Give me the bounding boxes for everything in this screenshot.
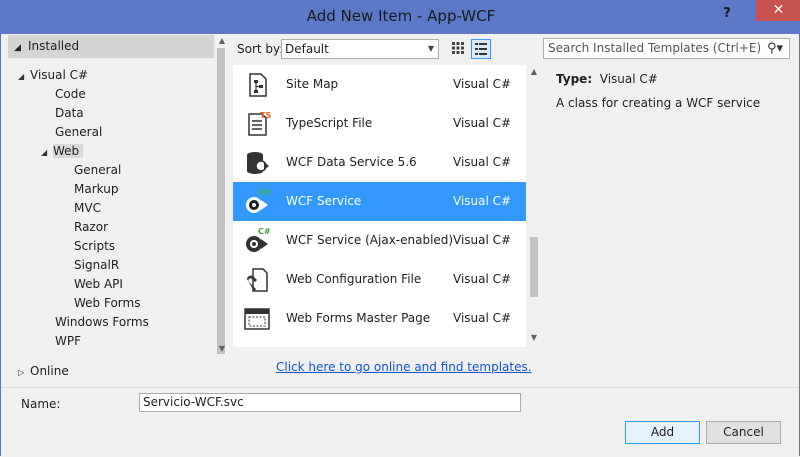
help-button[interactable]: ?	[719, 6, 735, 22]
scroll-up-icon[interactable]: ▲	[526, 67, 542, 76]
template-language: Visual C#	[453, 272, 512, 286]
tree-item-label: Online	[30, 364, 69, 378]
tree-item-signalr[interactable]: SignalR	[74, 256, 119, 275]
web-config-icon	[247, 268, 268, 292]
template-description: A class for creating a WCF service	[556, 96, 761, 110]
tree-item-mvc[interactable]: MVC	[74, 199, 101, 218]
expanded-arrow-icon: ◢	[41, 148, 48, 157]
title-bar: Add New Item - App-WCF ? ✕	[1, 0, 800, 34]
template-language: Visual C#	[453, 77, 512, 91]
template-item-wcf-service[interactable]: C# WCF Service Visual C#	[233, 182, 526, 221]
chevron-down-icon: ▼	[427, 44, 434, 53]
expanded-arrow-icon: ◢	[14, 43, 21, 53]
tree-item-web-forms[interactable]: Web Forms	[74, 294, 140, 313]
add-button[interactable]: Add	[625, 421, 700, 444]
template-item-wcf-data-service[interactable]: WCF Data Service 5.6 Visual C#	[233, 143, 526, 182]
template-name: WCF Data Service 5.6	[286, 155, 417, 169]
search-icon[interactable]: ⚲▾	[767, 39, 783, 58]
template-name: Web Forms Master Page	[286, 311, 431, 325]
tree-item-installed[interactable]: ◢ Installed	[8, 35, 228, 58]
template-category-tree: ◢ Installed ◢ Visual C# Code Data General …	[8, 34, 228, 356]
tree-item-code[interactable]: Code	[55, 85, 86, 104]
tree-item-data[interactable]: Data	[55, 104, 84, 123]
wcf-ajax-service-icon: C#	[246, 227, 271, 252]
scrollbar-thumb[interactable]	[217, 48, 225, 354]
template-language: Visual C#	[453, 233, 512, 247]
template-item-wcf-service-ajax[interactable]: C# WCF Service (Ajax-enabled) Visual C#	[233, 221, 526, 260]
template-item-web-configuration-file[interactable]: Web Configuration File Visual C#	[233, 260, 526, 299]
wcf-service-icon: C#	[246, 188, 271, 213]
tree-item-label: Web	[53, 144, 84, 158]
file-name-input[interactable]: Servicio-WCF.svc	[139, 393, 521, 412]
dialog-title: Add New Item - App-WCF	[306, 7, 496, 25]
tree-item-online[interactable]: ▷ Online	[18, 362, 69, 381]
tree-item-web-general[interactable]: General	[74, 161, 121, 180]
type-label: Type:	[556, 72, 593, 86]
template-list-scrollbar[interactable]: ▲ ▼	[526, 65, 543, 347]
tree-item-markup[interactable]: Markup	[74, 180, 118, 199]
tree-item-label: Installed	[28, 39, 80, 53]
scroll-up-icon[interactable]: ▲	[214, 36, 230, 45]
template-name: WCF Service	[286, 194, 362, 208]
template-type-info: Type: Visual C#	[556, 72, 658, 86]
tree-item-general[interactable]: General	[55, 123, 102, 142]
svg-text:C#: C#	[258, 188, 271, 197]
template-language: Visual C#	[453, 155, 512, 169]
template-item-typescript-file[interactable]: TS TypeScript File Visual C#	[233, 104, 526, 143]
close-button[interactable]: ✕	[756, 0, 800, 21]
sort-by-dropdown[interactable]: Default ▼	[281, 39, 439, 59]
tree-item-web[interactable]: ◢ Web	[41, 142, 84, 161]
scrollbar-thumb[interactable]	[530, 237, 538, 297]
template-name: Site Map	[286, 77, 339, 91]
search-placeholder: Search Installed Templates (Ctrl+E)	[548, 41, 762, 55]
tree-item-windows-forms[interactable]: Windows Forms	[55, 313, 149, 332]
tree-scrollbar[interactable]: ▲ ▼	[214, 34, 230, 356]
template-language: Visual C#	[453, 194, 512, 208]
template-item-web-forms-master-page[interactable]: Web Forms Master Page Visual C#	[233, 299, 526, 338]
type-value: Visual C#	[599, 72, 658, 86]
collapsed-arrow-icon: ▷	[18, 368, 25, 377]
search-templates-input[interactable]: Search Installed Templates (Ctrl+E) ⚲▾	[543, 38, 790, 59]
add-new-item-dialog: Add New Item - App-WCF ? ✕ ◢ Installed ◢ V…	[0, 0, 800, 457]
small-icons-view-icon[interactable]	[448, 39, 468, 59]
scroll-down-icon[interactable]: ▼	[214, 344, 230, 353]
tree-item-scripts[interactable]: Scripts	[74, 237, 115, 256]
template-language: Visual C#	[453, 311, 512, 325]
svg-text:TS: TS	[260, 111, 271, 120]
wcf-data-service-icon	[247, 152, 269, 174]
expanded-arrow-icon: ◢	[18, 72, 25, 81]
typescript-file-icon: TS	[248, 111, 271, 136]
site-map-icon	[249, 73, 267, 97]
tree-item-visual-csharp[interactable]: ◢ Visual C#	[18, 66, 88, 85]
svg-text:C#: C#	[258, 227, 271, 236]
tree-item-web-api[interactable]: Web API	[74, 275, 123, 294]
sort-by-value: Default	[285, 42, 329, 56]
sort-by-label: Sort by:	[237, 42, 284, 56]
name-label: Name:	[21, 397, 61, 411]
master-page-icon	[244, 308, 270, 330]
tree-item-razor[interactable]: Razor	[74, 218, 108, 237]
template-item-site-map[interactable]: Site Map Visual C#	[233, 65, 526, 104]
scroll-down-icon[interactable]: ▼	[526, 333, 542, 342]
template-name: TypeScript File	[286, 116, 373, 130]
bottom-bar: Name: Servicio-WCF.svc Add Cancel	[1, 387, 799, 457]
template-language: Visual C#	[453, 116, 512, 130]
template-name: Web Configuration File	[286, 272, 422, 286]
find-templates-online-link[interactable]: Click here to go online and find templat…	[276, 360, 532, 374]
cancel-button[interactable]: Cancel	[706, 421, 781, 444]
list-view-icon[interactable]	[471, 39, 491, 59]
template-list: Site Map Visual C# TS TypeScript File Vi…	[233, 65, 543, 347]
tree-item-label: Visual C#	[30, 68, 89, 82]
template-name: WCF Service (Ajax-enabled)	[286, 233, 454, 247]
tree-item-wpf[interactable]: WPF	[55, 332, 81, 351]
